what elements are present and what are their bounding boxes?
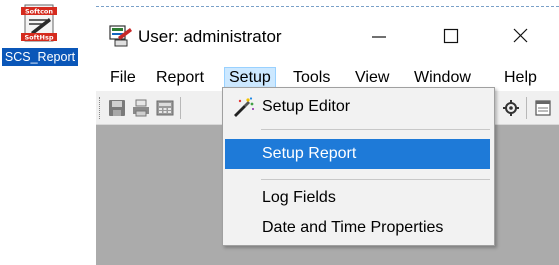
desktop-shortcut-scs-report[interactable]: Softcon SoftHsp SCS_Report <box>0 4 80 70</box>
maximize-icon[interactable] <box>436 23 466 49</box>
menu-tools[interactable]: Tools <box>289 67 334 89</box>
menu-item-label: Setup Editor <box>262 98 351 115</box>
menu-item-log-fields[interactable]: Log Fields <box>225 183 492 213</box>
close-icon[interactable] <box>506 23 536 49</box>
calculator-icon[interactable] <box>156 99 174 117</box>
report-app-icon <box>109 25 132 47</box>
menu-report[interactable]: Report <box>152 67 208 89</box>
menu-separator <box>261 129 490 130</box>
toolbar-separator <box>180 97 181 119</box>
menu-item-label: Setup Report <box>262 145 357 162</box>
softcon-app-icon: Softcon SoftHsp <box>21 4 57 42</box>
menu-item-date-time-properties[interactable]: Date and Time Properties <box>225 213 492 243</box>
svg-text:SoftHsp: SoftHsp <box>24 34 53 42</box>
menu-item-setup-editor[interactable]: Setup Editor <box>225 92 492 122</box>
desktop-shortcut-label: SCS_Report <box>2 48 78 66</box>
setup-dropdown-menu: Setup Editor Setup Report Log Fields Dat… <box>222 87 495 246</box>
minimize-icon[interactable] <box>364 23 394 49</box>
menu-help[interactable]: Help <box>500 67 541 89</box>
window-icon[interactable] <box>534 99 552 117</box>
svg-text:Softcon: Softcon <box>25 8 53 16</box>
menu-window[interactable]: Window <box>410 67 475 89</box>
toolbar-separator <box>526 97 527 119</box>
toolbar-grip[interactable] <box>99 97 102 119</box>
menu-item-label: Date and Time Properties <box>262 219 444 236</box>
settings-icon[interactable] <box>502 99 520 117</box>
menu-view[interactable]: View <box>351 67 393 89</box>
window-title: User: administrator <box>138 27 282 46</box>
setup-editor-icon <box>234 97 254 117</box>
menu-file[interactable]: File <box>106 67 140 89</box>
menu-separator <box>261 179 490 180</box>
print-icon[interactable] <box>132 99 150 117</box>
menu-item-label: Log Fields <box>262 189 336 206</box>
title-bar[interactable]: User: administrator <box>96 7 559 65</box>
menu-setup[interactable]: Setup <box>224 67 276 89</box>
save-icon[interactable] <box>108 99 126 117</box>
menu-item-setup-report[interactable]: Setup Report <box>225 139 490 169</box>
